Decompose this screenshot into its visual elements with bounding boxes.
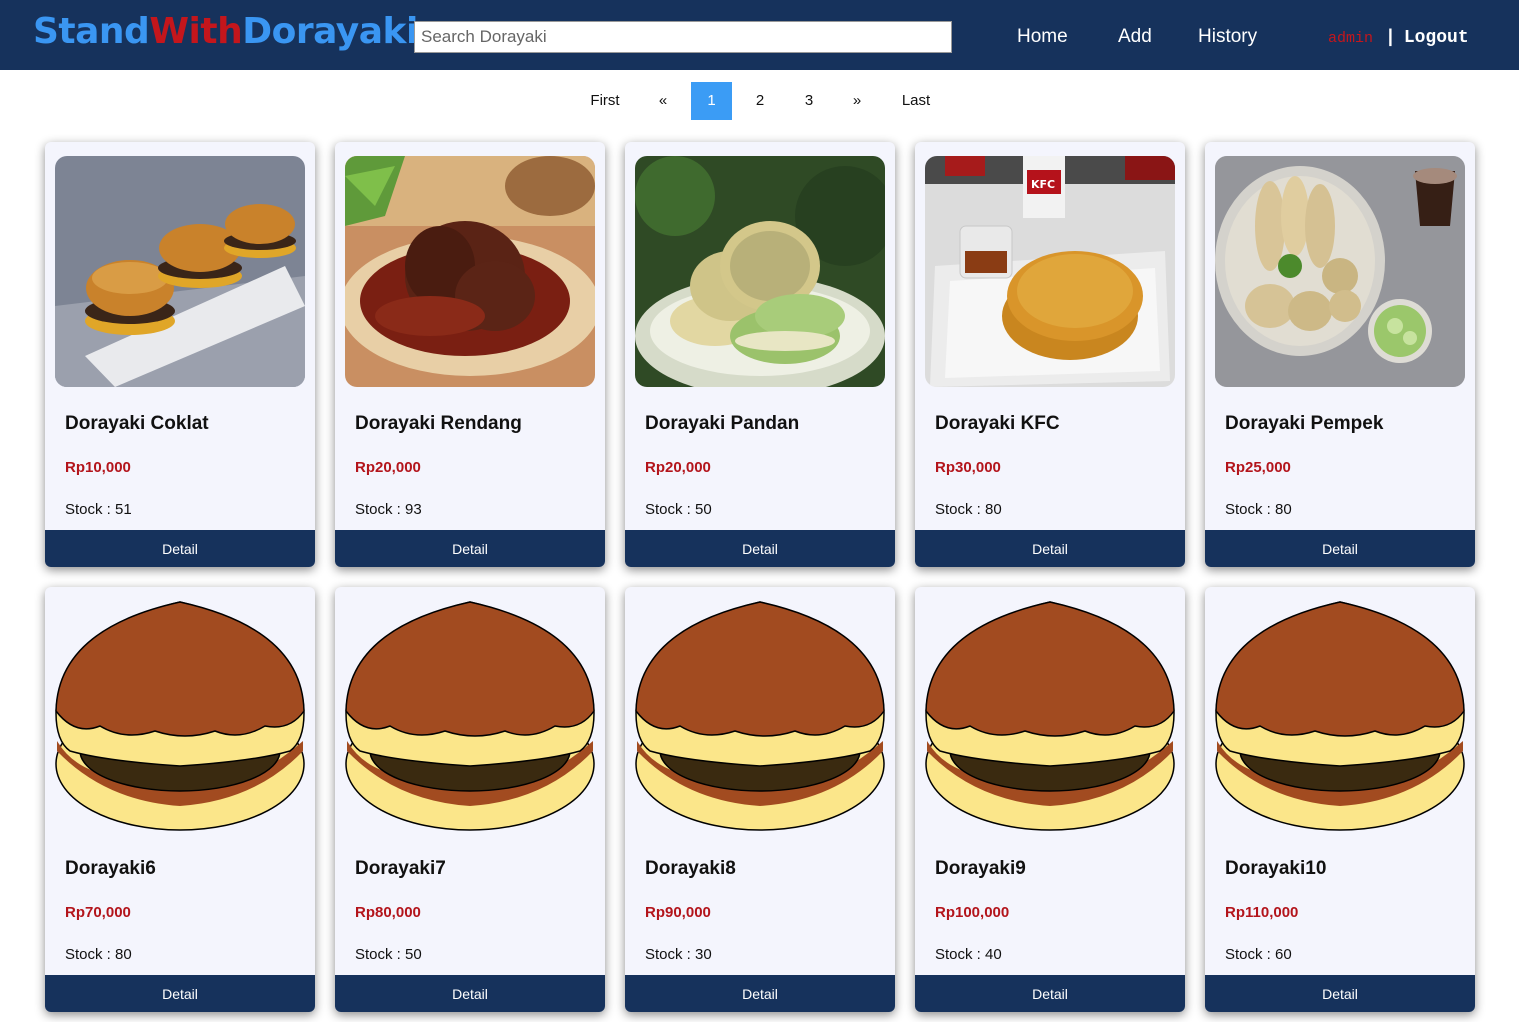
- product-card: Dorayaki8 Rp90,000 Stock : 30 Detail: [625, 587, 895, 1012]
- detail-button[interactable]: Detail: [45, 530, 315, 567]
- product-stock: Stock : 40: [935, 946, 1002, 963]
- product-stock: Stock : 50: [645, 501, 712, 518]
- product-price: Rp100,000: [935, 904, 1010, 921]
- detail-button[interactable]: Detail: [1205, 975, 1475, 1012]
- username-label: admin: [1328, 30, 1374, 47]
- page-next-link[interactable]: »: [837, 82, 877, 120]
- product-card: Dorayaki6 Rp70,000 Stock : 80 Detail: [45, 587, 315, 1012]
- user-separator: |: [1385, 28, 1396, 48]
- detail-button[interactable]: Detail: [915, 530, 1185, 567]
- product-stock: Stock : 30: [645, 946, 712, 963]
- product-card: Dorayaki7 Rp80,000 Stock : 50 Detail: [335, 587, 605, 1012]
- product-stock: Stock : 51: [65, 501, 132, 518]
- product-card: Dorayaki Coklat Rp10,000 Stock : 51 Deta…: [45, 142, 315, 567]
- product-price: Rp110,000: [1225, 904, 1299, 921]
- product-stock: Stock : 93: [355, 501, 422, 518]
- product-price: Rp90,000: [645, 904, 711, 921]
- rendang-photo: [345, 156, 595, 387]
- product-name: Dorayaki9: [935, 858, 1026, 879]
- product-name: Dorayaki Pempek: [1225, 413, 1384, 434]
- product-card: Dorayaki Pempek Rp25,000 Stock : 80 Deta…: [1205, 142, 1475, 567]
- detail-button[interactable]: Detail: [1205, 530, 1475, 567]
- nav-home-link[interactable]: Home: [1017, 25, 1068, 49]
- user-box: admin | Logout: [1328, 27, 1469, 50]
- product-card: Dorayaki Rendang Rp20,000 Stock : 93 Det…: [335, 142, 605, 567]
- product-price: Rp25,000: [1225, 459, 1291, 476]
- product-name: Dorayaki6: [65, 858, 156, 879]
- dorayaki-illustration: [1215, 601, 1465, 832]
- product-price: Rp20,000: [355, 459, 421, 476]
- page-first-link[interactable]: First: [580, 82, 630, 120]
- product-name: Dorayaki KFC: [935, 413, 1060, 434]
- detail-button[interactable]: Detail: [625, 530, 895, 567]
- page-last-link[interactable]: Last: [891, 82, 941, 120]
- logout-link[interactable]: Logout: [1404, 28, 1469, 48]
- product-stock: Stock : 80: [65, 946, 132, 963]
- product-price: Rp30,000: [935, 459, 1001, 476]
- detail-button[interactable]: Detail: [335, 530, 605, 567]
- detail-button[interactable]: Detail: [915, 975, 1185, 1012]
- detail-button[interactable]: Detail: [335, 975, 605, 1012]
- dorayaki-illustration: [55, 601, 305, 832]
- search-input[interactable]: [414, 21, 952, 53]
- pandan-pancake-photo: [635, 156, 885, 387]
- dorayaki-illustration: [925, 601, 1175, 832]
- brand-part-stand: Stand: [33, 11, 150, 52]
- product-name: Dorayaki7: [355, 858, 446, 879]
- product-name: Dorayaki Coklat: [65, 413, 209, 434]
- navbar: StandWithDorayaki Home Add History admin…: [0, 0, 1519, 70]
- brand-logo[interactable]: StandWithDorayaki: [33, 10, 418, 54]
- product-price: Rp80,000: [355, 904, 421, 921]
- product-price: Rp70,000: [65, 904, 131, 921]
- dorayaki-coklat-photo: [55, 156, 305, 387]
- page-2-link[interactable]: 2: [740, 82, 780, 120]
- product-stock: Stock : 60: [1225, 946, 1292, 963]
- product-stock: Stock : 80: [1225, 501, 1292, 518]
- pempek-photo: [1215, 156, 1465, 387]
- nav-add-link[interactable]: Add: [1118, 25, 1152, 49]
- product-name: Dorayaki Rendang: [355, 413, 522, 434]
- product-stock: Stock : 80: [935, 501, 1002, 518]
- page-1-link[interactable]: 1: [691, 82, 732, 120]
- product-price: Rp20,000: [645, 459, 711, 476]
- product-price: Rp10,000: [65, 459, 131, 476]
- brand-part-dorayaki: Dorayaki: [242, 11, 418, 52]
- brand-part-with: With: [149, 11, 243, 52]
- product-name: Dorayaki10: [1225, 858, 1327, 879]
- product-name: Dorayaki8: [645, 858, 736, 879]
- detail-button[interactable]: Detail: [45, 975, 315, 1012]
- nav-history-link[interactable]: History: [1198, 25, 1257, 49]
- product-card: Dorayaki9 Rp100,000 Stock : 40 Detail: [915, 587, 1185, 1012]
- detail-button[interactable]: Detail: [625, 975, 895, 1012]
- dorayaki-illustration: [635, 601, 885, 832]
- product-stock: Stock : 50: [355, 946, 422, 963]
- product-card: Dorayaki10 Rp110,000 Stock : 60 Detail: [1205, 587, 1475, 1012]
- dorayaki-illustration: [345, 601, 595, 832]
- svg-text:KFC: KFC: [1031, 178, 1055, 191]
- page-3-link[interactable]: 3: [789, 82, 829, 120]
- kfc-pancake-photo: KFC: [925, 156, 1175, 387]
- pagination: First « 1 2 3 » Last: [0, 82, 1519, 120]
- product-name: Dorayaki Pandan: [645, 413, 800, 434]
- product-card: Dorayaki Pandan Rp20,000 Stock : 50 Deta…: [625, 142, 895, 567]
- page-prev-link[interactable]: «: [643, 82, 683, 120]
- product-card: KFC Dorayaki KFC Rp30,000 Stock : 80 Det…: [915, 142, 1185, 567]
